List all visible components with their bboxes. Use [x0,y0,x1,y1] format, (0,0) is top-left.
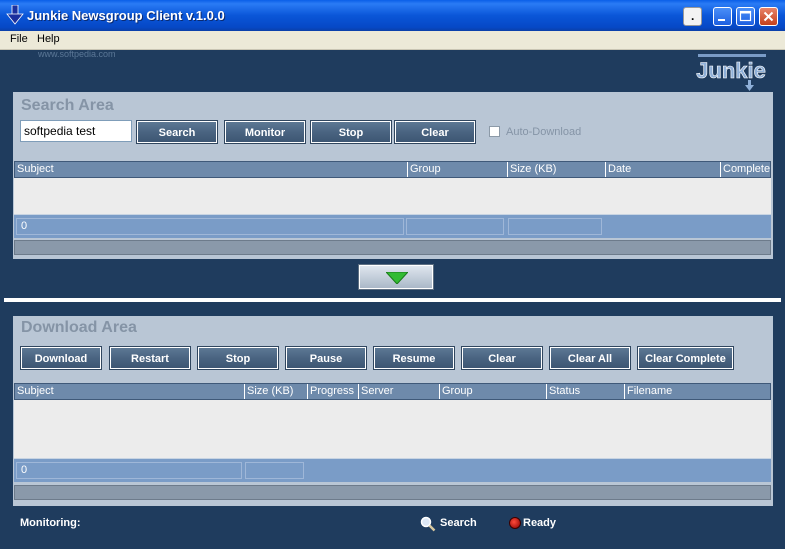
search-button[interactable]: Search [136,120,218,144]
app-window: Junkie Newsgroup Client v.1.0.0 . File H… [0,0,785,549]
minimize-button[interactable] [713,7,732,26]
down-triangle-icon [386,272,408,284]
download-list[interactable] [14,400,771,458]
search-results-list[interactable] [14,178,771,214]
search-input[interactable] [20,120,132,142]
stop-search-button[interactable]: Stop [310,120,392,144]
menu-file[interactable]: File [10,33,28,45]
download-status-cell [245,462,304,479]
help-title-button[interactable]: . [683,7,702,26]
clear-search-button[interactable]: Clear [394,120,476,144]
search-status-text: Search [440,517,477,529]
junkie-logo: Junkie [696,54,766,91]
title-bar[interactable]: Junkie Newsgroup Client v.1.0.0 . [0,0,785,31]
search-results-header: Subject Group Size (KB) Date Complete [14,161,771,178]
column-size[interactable]: Size (KB) [245,384,308,399]
column-complete[interactable]: Complete [721,162,771,177]
search-status-cell [406,218,504,235]
clear-all-button[interactable]: Clear All [549,346,631,370]
restart-button[interactable]: Restart [109,346,191,370]
clear-download-button[interactable]: Clear [461,346,543,370]
column-status[interactable]: Status [547,384,625,399]
download-button[interactable]: Download [20,346,102,370]
search-result-count: 0 [16,218,404,235]
auto-download-label: Auto-Download [506,126,582,138]
pause-button[interactable]: Pause [285,346,367,370]
menu-bar: File Help [0,31,785,50]
search-area-title: Search Area [21,97,114,114]
ready-status-text: Ready [523,517,557,529]
column-subject[interactable]: Subject [15,384,245,399]
minimize-icon [718,19,725,21]
close-icon [763,11,774,22]
section-divider [4,298,781,302]
column-server[interactable]: Server [359,384,440,399]
download-list-header: Subject Size (KB) Progress Server Group … [14,383,771,400]
clear-complete-button[interactable]: Clear Complete [637,346,734,370]
logo-text: Junkie [696,58,766,83]
download-horizontal-scrollbar[interactable] [14,485,771,500]
column-group[interactable]: Group [408,162,508,177]
monitor-button[interactable]: Monitor [224,120,306,144]
download-arrow-icon [6,5,24,25]
column-filename[interactable]: Filename [625,384,771,399]
download-area-title: Download Area [21,319,137,336]
menu-help[interactable]: Help [37,33,60,45]
download-count: 0 [16,462,242,479]
help-title-glyph: . [691,9,695,23]
toggle-panel-button[interactable] [358,264,434,290]
column-subject[interactable]: Subject [15,162,408,177]
close-button[interactable] [759,7,778,26]
search-status-cell [508,218,602,235]
column-date[interactable]: Date [606,162,721,177]
monitoring-label: Monitoring: [20,517,81,529]
auto-download-checkbox[interactable] [489,126,500,137]
column-group[interactable]: Group [440,384,547,399]
ready-indicator-icon [509,517,521,529]
window-title: Junkie Newsgroup Client v.1.0.0 [27,8,225,23]
maximize-icon [739,10,752,22]
search-status-row: 0 [14,214,771,238]
maximize-button[interactable] [736,7,755,26]
stop-download-button[interactable]: Stop [197,346,279,370]
watermark-text: www.softpedia.com [38,49,116,59]
search-horizontal-scrollbar[interactable] [14,240,771,255]
column-size[interactable]: Size (KB) [508,162,606,177]
download-status-row: 0 [14,458,771,482]
magnifier-icon [420,516,436,532]
resume-button[interactable]: Resume [373,346,455,370]
column-progress[interactable]: Progress [308,384,359,399]
